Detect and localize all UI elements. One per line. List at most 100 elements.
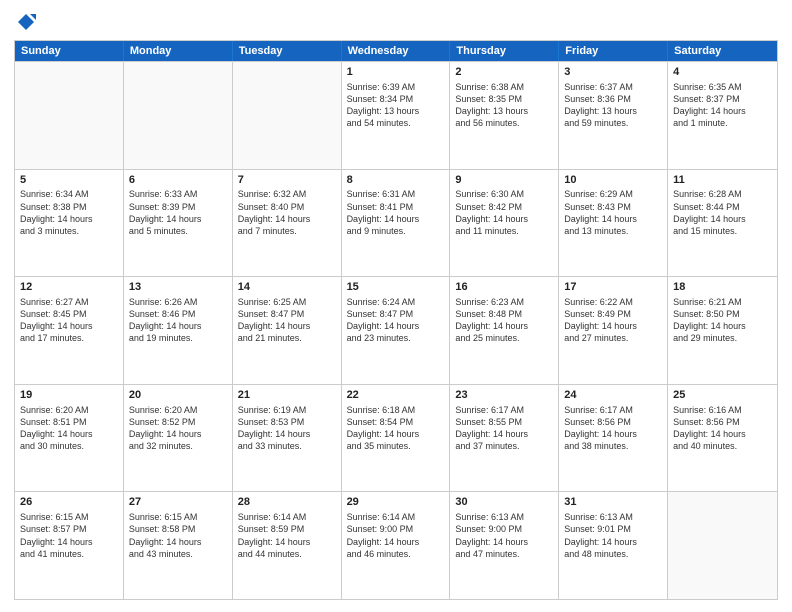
day-info-line: Sunset: 8:50 PM — [673, 308, 772, 320]
day-info-line: and 21 minutes. — [238, 332, 336, 344]
day-info-line: Sunset: 8:48 PM — [455, 308, 553, 320]
day-number: 21 — [238, 388, 336, 403]
day-info-line: Daylight: 14 hours — [20, 213, 118, 225]
day-info-line: Daylight: 14 hours — [20, 320, 118, 332]
day-info-line: and 11 minutes. — [455, 225, 553, 237]
day-info-line: Sunrise: 6:13 AM — [455, 511, 553, 523]
day-info-line: Sunrise: 6:14 AM — [238, 511, 336, 523]
day-info-line: Sunset: 8:47 PM — [347, 308, 445, 320]
empty-cell — [668, 492, 777, 599]
day-number: 14 — [238, 280, 336, 295]
day-info-line: Sunset: 8:43 PM — [564, 201, 662, 213]
day-info-line: Sunset: 9:00 PM — [455, 523, 553, 535]
day-info-line: and 13 minutes. — [564, 225, 662, 237]
day-number: 3 — [564, 65, 662, 80]
day-info-line: Sunset: 8:47 PM — [238, 308, 336, 320]
day-cell-20: 20Sunrise: 6:20 AMSunset: 8:52 PMDayligh… — [124, 385, 233, 492]
day-number: 22 — [347, 388, 445, 403]
day-info-line: Sunset: 8:51 PM — [20, 416, 118, 428]
day-cell-8: 8Sunrise: 6:31 AMSunset: 8:41 PMDaylight… — [342, 170, 451, 277]
day-cell-28: 28Sunrise: 6:14 AMSunset: 8:59 PMDayligh… — [233, 492, 342, 599]
day-info-line: Daylight: 14 hours — [238, 213, 336, 225]
day-info-line: Sunrise: 6:16 AM — [673, 404, 772, 416]
day-info-line: Sunrise: 6:18 AM — [347, 404, 445, 416]
day-info-line: Sunrise: 6:21 AM — [673, 296, 772, 308]
day-info-line: Sunrise: 6:22 AM — [564, 296, 662, 308]
day-info-line: and 35 minutes. — [347, 440, 445, 452]
day-cell-30: 30Sunrise: 6:13 AMSunset: 9:00 PMDayligh… — [450, 492, 559, 599]
day-info-line: Sunrise: 6:19 AM — [238, 404, 336, 416]
day-info-line: Daylight: 14 hours — [347, 428, 445, 440]
day-info-line: Daylight: 14 hours — [673, 428, 772, 440]
day-info-line: and 43 minutes. — [129, 548, 227, 560]
day-info-line: Sunrise: 6:25 AM — [238, 296, 336, 308]
day-header-tuesday: Tuesday — [233, 41, 342, 61]
calendar: SundayMondayTuesdayWednesdayThursdayFrid… — [14, 40, 778, 600]
day-cell-4: 4Sunrise: 6:35 AMSunset: 8:37 PMDaylight… — [668, 62, 777, 169]
day-info-line: and 46 minutes. — [347, 548, 445, 560]
week-row-2: 5Sunrise: 6:34 AMSunset: 8:38 PMDaylight… — [15, 169, 777, 277]
day-cell-9: 9Sunrise: 6:30 AMSunset: 8:42 PMDaylight… — [450, 170, 559, 277]
day-number: 10 — [564, 173, 662, 188]
day-info-line: Daylight: 14 hours — [673, 105, 772, 117]
day-info-line: Daylight: 14 hours — [455, 320, 553, 332]
day-header-saturday: Saturday — [668, 41, 777, 61]
day-info-line: Daylight: 14 hours — [455, 536, 553, 548]
day-cell-6: 6Sunrise: 6:33 AMSunset: 8:39 PMDaylight… — [124, 170, 233, 277]
day-info-line: and 44 minutes. — [238, 548, 336, 560]
day-info-line: Sunrise: 6:31 AM — [347, 188, 445, 200]
day-info-line: Sunset: 8:39 PM — [129, 201, 227, 213]
day-info-line: Sunrise: 6:17 AM — [455, 404, 553, 416]
day-info-line: Daylight: 13 hours — [455, 105, 553, 117]
day-number: 1 — [347, 65, 445, 80]
day-info-line: Daylight: 14 hours — [564, 428, 662, 440]
day-info-line: and 1 minute. — [673, 117, 772, 129]
day-number: 2 — [455, 65, 553, 80]
day-info-line: and 32 minutes. — [129, 440, 227, 452]
day-cell-3: 3Sunrise: 6:37 AMSunset: 8:36 PMDaylight… — [559, 62, 668, 169]
day-info-line: Sunrise: 6:39 AM — [347, 81, 445, 93]
day-cell-18: 18Sunrise: 6:21 AMSunset: 8:50 PMDayligh… — [668, 277, 777, 384]
day-cell-19: 19Sunrise: 6:20 AMSunset: 8:51 PMDayligh… — [15, 385, 124, 492]
day-info-line: Sunrise: 6:14 AM — [347, 511, 445, 523]
day-info-line: and 23 minutes. — [347, 332, 445, 344]
day-number: 5 — [20, 173, 118, 188]
day-info-line: Daylight: 14 hours — [347, 320, 445, 332]
empty-cell — [15, 62, 124, 169]
day-info-line: and 19 minutes. — [129, 332, 227, 344]
day-info-line: Daylight: 14 hours — [455, 213, 553, 225]
day-info-line: Daylight: 14 hours — [129, 213, 227, 225]
day-info-line: and 27 minutes. — [564, 332, 662, 344]
week-row-4: 19Sunrise: 6:20 AMSunset: 8:51 PMDayligh… — [15, 384, 777, 492]
day-info-line: Sunset: 8:37 PM — [673, 93, 772, 105]
day-cell-17: 17Sunrise: 6:22 AMSunset: 8:49 PMDayligh… — [559, 277, 668, 384]
day-cell-23: 23Sunrise: 6:17 AMSunset: 8:55 PMDayligh… — [450, 385, 559, 492]
day-cell-15: 15Sunrise: 6:24 AMSunset: 8:47 PMDayligh… — [342, 277, 451, 384]
day-info-line: Sunrise: 6:17 AM — [564, 404, 662, 416]
day-number: 26 — [20, 495, 118, 510]
day-info-line: Sunrise: 6:33 AM — [129, 188, 227, 200]
day-info-line: and 48 minutes. — [564, 548, 662, 560]
day-info-line: and 40 minutes. — [673, 440, 772, 452]
day-number: 4 — [673, 65, 772, 80]
day-number: 8 — [347, 173, 445, 188]
day-cell-27: 27Sunrise: 6:15 AMSunset: 8:58 PMDayligh… — [124, 492, 233, 599]
day-info-line: Sunset: 8:46 PM — [129, 308, 227, 320]
day-number: 30 — [455, 495, 553, 510]
day-info-line: Sunset: 8:55 PM — [455, 416, 553, 428]
day-info-line: Daylight: 14 hours — [238, 428, 336, 440]
day-info-line: Sunrise: 6:26 AM — [129, 296, 227, 308]
day-number: 27 — [129, 495, 227, 510]
day-info-line: Daylight: 14 hours — [673, 320, 772, 332]
day-info-line: Sunset: 8:45 PM — [20, 308, 118, 320]
day-info-line: Daylight: 14 hours — [129, 536, 227, 548]
day-info-line: Daylight: 14 hours — [564, 536, 662, 548]
day-info-line: and 41 minutes. — [20, 548, 118, 560]
day-info-line: Daylight: 14 hours — [564, 320, 662, 332]
day-number: 12 — [20, 280, 118, 295]
day-info-line: and 37 minutes. — [455, 440, 553, 452]
calendar-header: SundayMondayTuesdayWednesdayThursdayFrid… — [15, 41, 777, 61]
day-number: 18 — [673, 280, 772, 295]
day-number: 7 — [238, 173, 336, 188]
day-cell-7: 7Sunrise: 6:32 AMSunset: 8:40 PMDaylight… — [233, 170, 342, 277]
